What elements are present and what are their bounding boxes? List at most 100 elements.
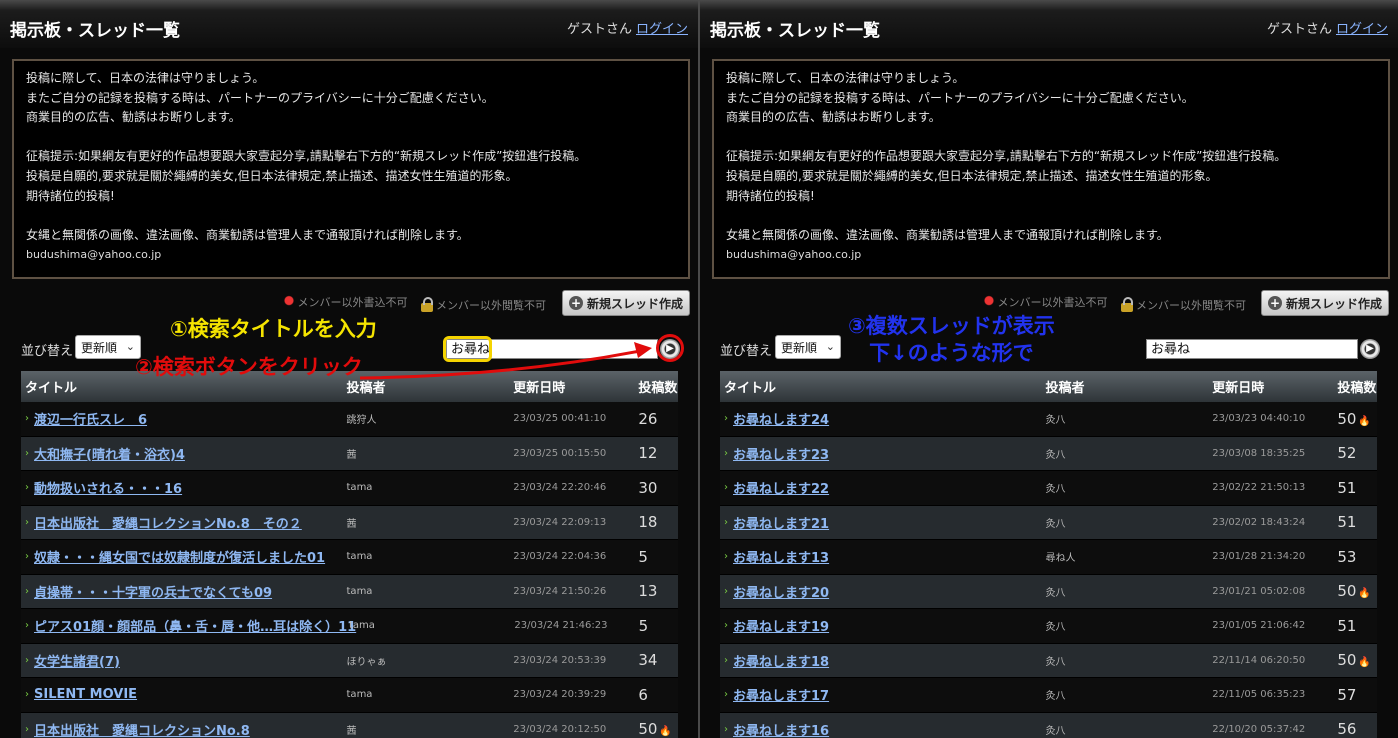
table-row: › お尋ねします13 尋ね人 23/01/28 21:34:20 53 [720,540,1377,575]
thread-count: 18 [638,513,658,532]
thread-date: 23/03/24 22:04:36 [513,551,607,563]
sort-select[interactable]: 更新順 ⌄ [775,335,841,359]
annotation-step3-line2: 下↓のような形で [869,341,1034,365]
status-write-label: メンバー以外書込不可 [297,296,408,309]
new-thread-button[interactable]: + 新規スレッド作成 [562,290,690,316]
arrow-bullet-icon: › [25,689,29,701]
table-row: › 大和撫子(晴れ着・浴衣)4 茜 23/03/25 00:15:50 12 [21,436,678,471]
thread-date: 23/03/24 21:50:26 [513,585,607,597]
thread-title-cell: › お尋ねします21 [720,513,1042,532]
thread-title-link[interactable]: 渡辺一行氏スレ 6 [34,409,147,428]
status-view: メンバー以外閲覧不可 [421,297,546,313]
chevron-down-icon: ⌄ [125,340,135,353]
thread-title-link[interactable]: お尋ねします24 [733,409,829,428]
thread-count: 51 [1337,478,1357,497]
thread-title-cell: › 貞操帯・・・十字軍の兵士でなくても09 [21,582,343,601]
notice-line [726,128,1376,148]
thread-title-link[interactable]: 大和撫子(晴れ着・浴衣)4 [34,444,185,463]
thread-title-link[interactable]: SILENT MOVIE [34,687,137,702]
thread-author: 灸八 [1045,449,1066,461]
thread-title-cell: › お尋ねします18 [720,651,1042,670]
thread-title-link[interactable]: お尋ねします16 [733,720,829,738]
table-body: › お尋ねします24 灸八 23/03/23 04:40:10 50 🔥 › お尋ねします23… [720,402,1377,738]
thread-title-cell: › お尋ねします19 [720,616,1042,635]
annotation-step3: ③複数スレッドが表示 下↓のような形で [848,313,1055,367]
new-thread-button[interactable]: + 新規スレッド作成 [1261,290,1389,316]
thread-title-link[interactable]: 動物扱いされる・・・16 [34,478,182,497]
col-author: 投稿者 [1045,381,1085,396]
thread-title-link[interactable]: お尋ねします13 [733,547,829,566]
thread-title-cell: › 奴隷・・・縄女国では奴隷制度が復活しました01 [21,547,343,566]
thread-title-link[interactable]: お尋ねします18 [733,651,829,670]
sort-label: 並び替え [720,344,773,359]
lock-icon [1121,297,1133,312]
new-thread-label: 新規スレッド作成 [586,296,683,311]
login-link[interactable]: ログイン [636,22,688,37]
thread-author: 灸八 [1045,656,1066,668]
search-input[interactable]: お尋ね [1146,339,1358,359]
thread-date: 23/02/02 18:43:24 [1212,516,1306,528]
login-link[interactable]: ログイン [1336,22,1388,37]
arrow-bullet-icon: › [25,620,29,632]
arrow-bullet-icon: › [724,413,728,425]
thread-date: 22/10/20 05:37:42 [1212,723,1306,735]
arrow-bullet-icon: › [724,516,728,528]
thread-count-cell: 18 [630,513,678,531]
thread-count-cell: 5 [630,548,678,566]
hot-flame-icon: 🔥 [1358,588,1371,600]
user-area: ゲストさん ログイン [1267,18,1388,37]
thread-title-cell: › 動物扱いされる・・・16 [21,478,343,497]
notice-line: 女縄と無関係の画像、違法画像、商業勧誘は管理人まで通報頂ければ削除します。 [26,227,469,242]
thread-title-link[interactable]: 奴隷・・・縄女国では奴隷制度が復活しました01 [34,547,325,566]
thread-title-link[interactable]: お尋ねします19 [733,616,829,635]
thread-title-link[interactable]: お尋ねします17 [733,685,829,704]
sort-select[interactable]: 更新順 ⌄ [75,335,141,359]
thread-title-link[interactable]: 女学生諸君(7) [34,651,120,670]
thread-count-cell: 56 [1329,720,1377,738]
annotation-step3-line1: ③複数スレッドが表示 [848,314,1055,338]
notice-box: 投稿に際して、日本の法律は守りましょう。 またご自分の記録を投稿する時は、パートナ… [712,59,1390,279]
thread-title-link[interactable]: ピアス01顔・顔部品（鼻・舌・唇・他…耳は除く）11 [34,616,356,635]
table-row: › 奴隷・・・縄女国では奴隷制度が復活しました01 tama 23/03/24 22:… [21,540,678,575]
table-row: › お尋ねします23 灸八 23/03/08 18:35:25 52 [720,436,1377,471]
lock-icon [421,297,433,312]
thread-date: 23/01/05 21:06:42 [1212,620,1306,632]
thread-author: 灸八 [1045,725,1066,737]
page-title: 掲示板・スレッド一覧 [10,21,180,41]
search-button[interactable]: ▶ [1360,339,1380,359]
thread-title-link[interactable]: お尋ねします21 [733,513,829,532]
thread-count: 50 [1337,409,1357,428]
thread-title-cell: › お尋ねします13 [720,547,1042,566]
thread-count: 12 [638,444,658,463]
thread-count: 30 [638,478,658,497]
status-row: メンバー以外書込不可 メンバー以外閲覧不可 [973,294,1246,313]
notice-line [26,128,676,148]
thread-title-link[interactable]: お尋ねします23 [733,444,829,463]
thread-count: 6 [638,685,648,704]
notice-email: budushima@yahoo.co.jp [726,248,862,262]
thread-title-link[interactable]: お尋ねします20 [733,582,829,601]
thread-author: ほりゃぁ [346,656,387,668]
thread-date: 22/11/05 06:35:23 [1212,689,1306,701]
thread-title-cell: › 女学生諸君(7) [21,651,343,670]
thread-title-cell: › 日本出版社 愛縄コレクションNo.8 [21,720,343,738]
table-row: › お尋ねします22 灸八 23/02/22 21:50:13 51 [720,471,1377,506]
thread-title-link[interactable]: 貞操帯・・・十字軍の兵士でなくても09 [34,582,272,601]
thread-title-link[interactable]: 日本出版社 愛縄コレクションNo.8 [34,720,250,738]
thread-title-cell: › 渡辺一行氏スレ 6 [21,409,343,428]
table-row: › お尋ねします19 灸八 23/01/05 21:06:42 51 [720,609,1377,644]
thread-count-cell: 51 [1329,513,1377,531]
col-count: 投稿数 [638,381,678,396]
notice-line: 投稿是自願的,要求就是關於繩縛的美女,但日本法律規定,禁止描述、描述女性生殖道的… [26,168,518,183]
arrow-bullet-icon: › [724,482,728,494]
thread-title-cell: › 日本出版社 愛縄コレクションNo.8 その２ [21,513,343,532]
thread-date: 23/03/24 20:39:29 [513,689,607,701]
thread-date: 23/03/24 22:09:13 [513,516,607,528]
thread-count: 56 [1337,720,1357,738]
notice-email: budushima@yahoo.co.jp [26,248,162,262]
thread-title-link[interactable]: お尋ねします22 [733,478,829,497]
highlight-search-input [443,336,492,362]
thread-title-link[interactable]: 日本出版社 愛縄コレクションNo.8 その２ [34,513,302,532]
thread-date: 23/03/24 20:12:50 [513,723,607,735]
notice-line: 征稿提示:如果網友有更好的作品想要跟大家壹起分享,請點擊右下方的“新規スレッド作… [726,149,1287,164]
